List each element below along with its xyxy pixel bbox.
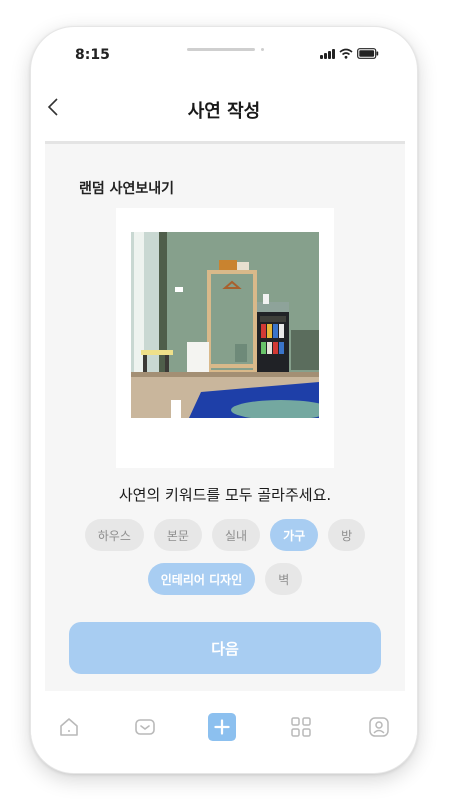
keyword-chip[interactable]: 벽 [265,563,303,595]
status-time: 8:15 [75,47,110,63]
grid-icon [291,717,311,737]
notch-pill [187,48,255,51]
room-photo [131,232,319,418]
keyword-chip-selected[interactable]: 인테리어 디자인 [147,563,256,595]
tab-profile[interactable] [365,713,393,741]
keyword-chip[interactable]: 실내 [211,519,261,551]
keyword-chip[interactable]: 하우스 [84,519,144,551]
battery-icon [357,48,379,59]
phone-frame: 8:15 사연 작성 랜덤 사연보내기 사연의 키워드를 모두 골라주세요. 하… [30,26,418,774]
keyword-chips-row-2: 인테리어 디자인 벽 [45,563,405,595]
tab-grid[interactable] [287,713,315,741]
next-button[interactable]: 다음 [69,622,381,674]
story-content: 랜덤 사연보내기 사연의 키워드를 모두 골라주세요. 하우스 본문 실내 가구… [45,141,405,691]
keyword-chip[interactable]: 방 [328,519,366,551]
tab-add[interactable] [208,713,236,741]
keyword-chip-selected[interactable]: 가구 [270,519,319,551]
wifi-icon [339,48,353,59]
photo-card [116,208,334,468]
home-icon [60,718,78,736]
keyword-chip[interactable]: 본문 [153,519,202,551]
tab-inbox[interactable] [131,713,159,741]
status-icons [320,45,379,59]
status-bar: 8:15 [31,27,417,87]
section-title: 랜덤 사연보내기 [79,181,175,197]
keyword-prompt: 사연의 키워드를 모두 골라주세요. [118,486,332,504]
page-title: 사연 작성 [187,101,261,122]
bottom-tab-bar [31,691,417,761]
signal-icon [320,48,335,59]
app-header: 사연 작성 [31,87,417,143]
inbox-icon [135,719,155,735]
add-icon [208,713,236,741]
notch-camera [261,48,264,51]
keyword-chips-row-1: 하우스 본문 실내 가구 방 [45,519,405,551]
profile-icon [369,717,389,737]
tab-home[interactable] [55,713,83,741]
